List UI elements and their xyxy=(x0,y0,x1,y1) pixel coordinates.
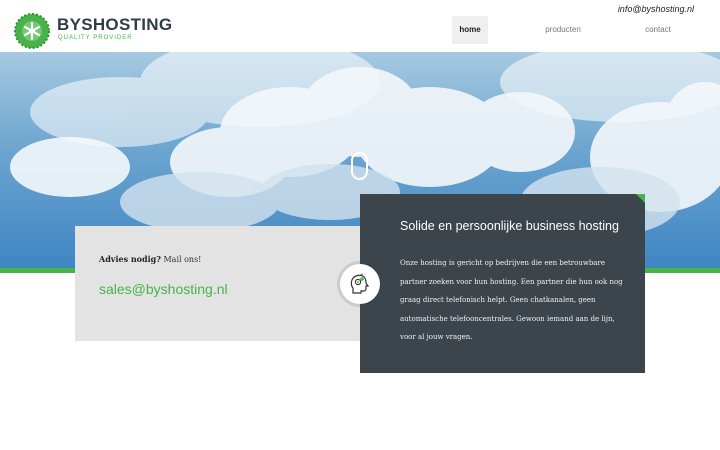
info-title: Solide en persoonlijke business hosting xyxy=(400,219,619,233)
brand-tagline: QUALITY PROVIDER xyxy=(58,35,133,41)
scroll-down-icon[interactable] xyxy=(351,152,368,180)
logo[interactable]: BYSHOSTING QUALITY PROVIDER xyxy=(14,13,184,51)
page: BYSHOSTING QUALITY PROVIDER info@byshost… xyxy=(0,0,720,450)
advice-box: Advies nodig? Mail ons! sales@byshosting… xyxy=(75,226,365,341)
sales-email-link[interactable]: sales@byshosting.nl xyxy=(99,281,228,297)
card-corner-accent xyxy=(636,194,645,203)
nav-item-home[interactable]: home xyxy=(452,16,488,44)
logo-emblem-icon xyxy=(14,13,50,49)
info-body: Onze hosting is gericht op bedrijven die… xyxy=(400,259,623,341)
site-header: BYSHOSTING QUALITY PROVIDER info@byshost… xyxy=(0,0,720,52)
advice-label-rest: Mail ons! xyxy=(160,255,202,264)
nav-item-producten[interactable]: producten xyxy=(540,16,586,44)
head-gears-icon xyxy=(340,264,380,304)
brand-name: BYSHOSTING xyxy=(57,15,173,34)
advice-label-bold: Advies nodig? xyxy=(99,254,161,264)
advice-label: Advies nodig? Mail ons! xyxy=(99,254,201,264)
nav-item-contact[interactable]: contact xyxy=(638,16,678,44)
header-email-link[interactable]: info@byshosting.nl xyxy=(618,4,694,14)
info-card: Solide en persoonlijke business hosting … xyxy=(360,194,645,373)
